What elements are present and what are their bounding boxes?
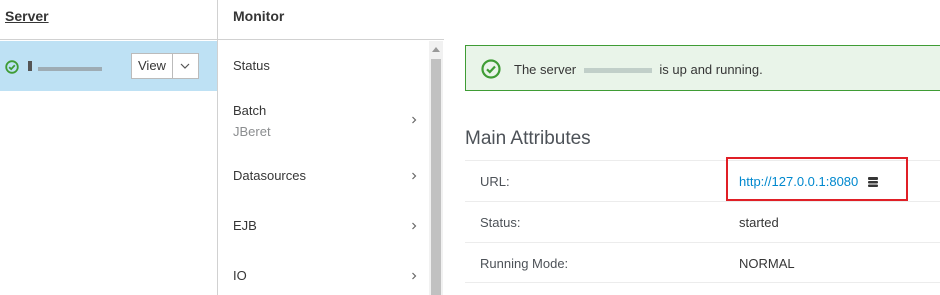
server-row[interactable]: View bbox=[0, 41, 217, 91]
monitor-item-status[interactable]: Status bbox=[233, 58, 428, 73]
alert-suffix: is up and running. bbox=[659, 62, 763, 77]
scroll-up-icon bbox=[432, 46, 440, 52]
scroll-up-button[interactable] bbox=[429, 41, 443, 57]
monitor-item-label: Status bbox=[233, 58, 270, 73]
attribute-key: URL: bbox=[480, 174, 510, 189]
success-alert: The server is up and running. bbox=[465, 45, 940, 91]
chevron-right-icon bbox=[412, 116, 417, 124]
chevron-right-icon bbox=[412, 172, 417, 180]
alert-message: The server is up and running. bbox=[514, 62, 763, 77]
monitor-item-label: Batch bbox=[233, 103, 267, 118]
view-split-button: View bbox=[131, 53, 199, 79]
monitor-item-batch[interactable]: Batch JBeret bbox=[233, 103, 428, 139]
redacted-server-name bbox=[580, 65, 656, 76]
attribute-key: Running Mode: bbox=[480, 256, 569, 271]
chevron-right-icon bbox=[412, 222, 417, 230]
monitor-column: Monitor Status Batch JBeret Datasources … bbox=[218, 0, 444, 295]
finder-view: Server View Monitor Status Batch JBeret bbox=[0, 0, 940, 295]
section-title: Main Attributes bbox=[465, 128, 591, 149]
monitor-item-datasources[interactable]: Datasources bbox=[233, 168, 428, 184]
monitor-item-ejb[interactable]: EJB bbox=[233, 218, 428, 234]
monitor-column-header: Monitor bbox=[218, 0, 444, 40]
view-dropdown-toggle[interactable] bbox=[171, 54, 198, 78]
view-button[interactable]: View bbox=[132, 54, 172, 78]
attribute-row-status: Status: started bbox=[465, 201, 940, 242]
server-header-label[interactable]: Server bbox=[5, 8, 49, 24]
monitor-scrollbar[interactable] bbox=[429, 41, 443, 295]
attribute-value: NORMAL bbox=[739, 256, 795, 271]
scrollbar-thumb[interactable] bbox=[431, 59, 441, 295]
check-circle-icon bbox=[5, 60, 19, 74]
monitor-item-io[interactable]: IO bbox=[233, 268, 428, 284]
alert-prefix: The server bbox=[514, 62, 577, 77]
monitor-item-label: EJB bbox=[233, 218, 257, 233]
detail-pane: The server is up and running. Main Attri… bbox=[444, 0, 940, 295]
attribute-row-running-mode: Running Mode: NORMAL bbox=[465, 242, 940, 283]
attribute-value: started bbox=[739, 215, 779, 230]
monitor-item-label: Datasources bbox=[233, 168, 306, 183]
check-circle-icon bbox=[481, 59, 501, 79]
attribute-key: Status: bbox=[480, 215, 521, 230]
chevron-right-icon bbox=[412, 272, 417, 280]
monitor-item-label: IO bbox=[233, 268, 247, 283]
server-name bbox=[28, 59, 104, 73]
monitor-item-sublabel: JBeret bbox=[233, 124, 271, 139]
server-column-header: Server bbox=[0, 0, 217, 40]
highlight-box bbox=[726, 157, 908, 201]
chevron-down-icon bbox=[181, 63, 190, 69]
